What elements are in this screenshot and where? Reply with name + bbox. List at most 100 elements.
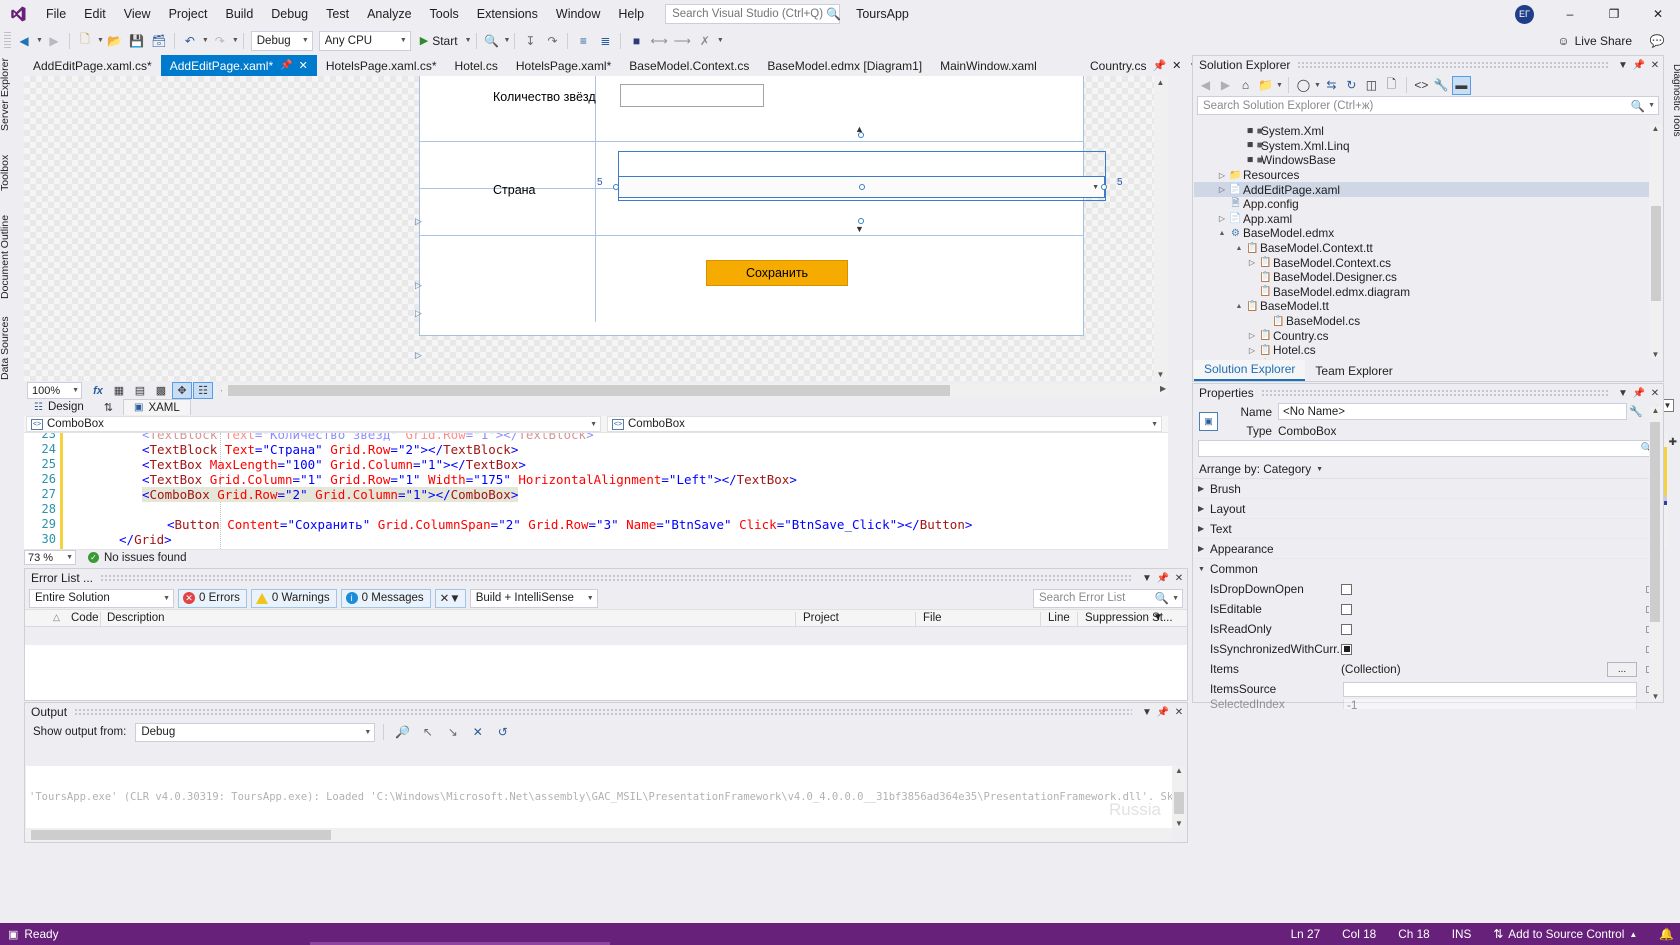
solution-platform-combo[interactable]: Any CPU ▼: [318, 30, 411, 51]
grid-row-grip-icon[interactable]: ▷: [415, 350, 422, 361]
menu-file[interactable]: File: [37, 3, 75, 25]
clear-filters-button[interactable]: ✕▼: [434, 588, 466, 608]
find-message-icon[interactable]: 🔎: [392, 723, 413, 742]
selectedindex-field[interactable]: -1: [1343, 699, 1637, 709]
chevron-right-icon[interactable]: ▷: [1246, 258, 1258, 267]
collapse-all-icon[interactable]: ◫: [1362, 76, 1381, 95]
editor-zoom-combo[interactable]: 73 % ▼: [24, 550, 76, 565]
step-over-icon[interactable]: ↷: [541, 30, 563, 52]
tab-hotel-cs[interactable]: Hotel.cs: [445, 55, 507, 76]
chevron-right-icon[interactable]: ▷: [1216, 185, 1228, 194]
menu-test[interactable]: Test: [317, 3, 358, 25]
layout-icon[interactable]: ☷: [193, 382, 213, 399]
menu-help[interactable]: Help: [609, 3, 653, 25]
navigate-forward-icon[interactable]: ▶: [43, 30, 65, 52]
editor-split-handle[interactable]: ✚: [1669, 437, 1677, 448]
property-isdropdownopen[interactable]: IsDropDownOpen: [1193, 579, 1663, 599]
tab-mainwindow-xaml[interactable]: MainWindow.xaml: [931, 55, 1046, 76]
itemssource-field[interactable]: [1343, 681, 1637, 697]
close-icon[interactable]: ✕: [1171, 570, 1187, 586]
errors-filter-button[interactable]: ✕ 0 Errors: [178, 588, 247, 608]
isdropdownopen-checkbox[interactable]: [1341, 583, 1352, 595]
chevron-right-icon[interactable]: ▷: [1216, 171, 1228, 180]
pin-icon[interactable]: 📌: [1155, 570, 1171, 586]
back-icon[interactable]: ◀: [1196, 76, 1215, 95]
chevron-right-icon[interactable]: ▷: [1246, 331, 1258, 340]
chevron-down-icon[interactable]: ▼: [1276, 82, 1283, 89]
error-scope-combo[interactable]: Entire Solution ▼: [29, 588, 174, 608]
property-issynchronizedwithcurrentitem[interactable]: IsSynchronizedWithCurr...: [1193, 639, 1663, 659]
resize-handle-left[interactable]: [613, 184, 619, 190]
tab-country-cs-label[interactable]: Country.cs: [1090, 59, 1146, 73]
resize-handle-center[interactable]: [859, 184, 865, 190]
sync-with-active-icon[interactable]: ⇆: [1322, 76, 1341, 95]
tree-item-basemodel-context-tt[interactable]: ▲ 📋 BaseModel.Context.tt: [1194, 241, 1649, 256]
chevron-right-icon[interactable]: ▷: [1216, 214, 1228, 223]
textbox-stars[interactable]: [620, 84, 764, 107]
forward-icon[interactable]: ▶: [1216, 76, 1235, 95]
tab-addeditpage-xaml-cs[interactable]: AddEditPage.xaml.cs*: [24, 55, 161, 76]
output-source-combo[interactable]: Debug ▼: [135, 722, 376, 742]
category-brush[interactable]: ▶ Brush: [1193, 479, 1663, 499]
tree-item-country-cs[interactable]: ▷ 📋 Country.cs: [1194, 328, 1649, 343]
close-icon[interactable]: ✕: [1647, 385, 1663, 401]
undo-icon[interactable]: ↶: [179, 30, 201, 52]
chevron-down-icon[interactable]: ▲: [1233, 245, 1245, 252]
issynchronized-checkbox[interactable]: [1341, 643, 1352, 655]
panel-drag-dots[interactable]: [100, 574, 1132, 582]
property-items[interactable]: Items (Collection) ...: [1193, 659, 1663, 679]
category-layout[interactable]: ▶ Layout: [1193, 499, 1663, 519]
snaplines-icon[interactable]: ▤: [130, 382, 150, 399]
arrange-by-row[interactable]: Arrange by: Category ▼: [1193, 460, 1663, 479]
close-icon[interactable]: ✕: [1171, 704, 1187, 720]
menu-edit[interactable]: Edit: [75, 3, 115, 25]
output-vscrollbar-thumb[interactable]: [1174, 792, 1184, 814]
column-project[interactable]: Project: [803, 612, 839, 624]
menu-extensions[interactable]: Extensions: [468, 3, 547, 25]
tree-item-system-xml-linq[interactable]: ◾■ System.Xml.Linq: [1194, 139, 1649, 154]
tree-item-basemodel-context-cs[interactable]: ▷ 📋 BaseModel.Context.cs: [1194, 255, 1649, 270]
properties-search-box[interactable]: 🔍: [1198, 440, 1658, 457]
close-icon[interactable]: ✕: [1172, 59, 1181, 72]
name-field[interactable]: <No Name>: [1278, 403, 1627, 420]
artboard-icon[interactable]: ✥: [172, 382, 192, 399]
output-log[interactable]: 'ToursApp.exe' (CLR v4.0.30319: ToursApp…: [26, 766, 1172, 828]
pin-icon[interactable]: 📌: [1155, 704, 1171, 720]
grid-row-grip-icon[interactable]: ▷: [415, 308, 422, 319]
filter-icon[interactable]: ▼: [1153, 612, 1163, 623]
tree-item-hotel-cs[interactable]: ▷ 📋 Hotel.cs: [1194, 343, 1649, 358]
tab-hotelspage-xaml-cs[interactable]: HotelsPage.xaml.cs*: [316, 55, 446, 76]
column-line[interactable]: Line: [1048, 612, 1070, 624]
bookmark-icon[interactable]: ■: [625, 30, 647, 52]
tree-item-basemodel-designer-cs[interactable]: 📋 BaseModel.Designer.cs: [1194, 270, 1649, 285]
column-file[interactable]: File: [923, 612, 942, 624]
solution-search-box[interactable]: Search Solution Explorer (Ctrl+ж) 🔍 ▼: [1197, 96, 1659, 115]
tree-item-hotelcomment-cs[interactable]: ▷ 📋 HotelComment.cs: [1194, 358, 1649, 359]
indent-icon[interactable]: ≡: [572, 30, 594, 52]
designer-vscroll-down-icon[interactable]: ▼: [1155, 370, 1166, 379]
close-icon[interactable]: ✕: [1647, 57, 1663, 73]
designer-hscrollbar-thumb[interactable]: [228, 385, 950, 396]
tab-basemodel-context-cs[interactable]: BaseModel.Context.cs: [620, 55, 759, 76]
menu-project[interactable]: Project: [160, 3, 217, 25]
tree-item-app-config[interactable]: 🗎 App.config: [1194, 197, 1649, 212]
tree-item-basemodel-edmx[interactable]: ▲ ⚙ BaseModel.edmx: [1194, 226, 1649, 241]
error-search-box[interactable]: Search Error List 🔍 ▼: [1033, 588, 1183, 608]
button-save-preview[interactable]: Сохранить: [706, 260, 848, 286]
property-isreadonly[interactable]: IsReadOnly: [1193, 619, 1663, 639]
member-scope-combo-left[interactable]: <> ComboBox ▼: [26, 416, 601, 432]
solution-configuration-combo[interactable]: Debug ▼: [250, 30, 313, 51]
navigate-back-caret-icon[interactable]: ▼: [36, 37, 43, 44]
step-into-icon[interactable]: ↧: [519, 30, 541, 52]
output-hscrollbar-thumb[interactable]: [31, 830, 331, 840]
home-icon[interactable]: ⌂: [1236, 76, 1255, 95]
grid-icon[interactable]: ▦: [109, 382, 129, 399]
tree-item-resources[interactable]: ▷ 📁 Resources: [1194, 168, 1649, 183]
panel-drag-dots[interactable]: [74, 708, 1132, 716]
swap-panes-icon[interactable]: ⇅: [104, 401, 113, 414]
menu-debug[interactable]: Debug: [262, 3, 317, 25]
live-visual-caret-icon[interactable]: ▼: [504, 37, 511, 44]
add-to-source-control-button[interactable]: ⇅ Add to Source Control ▲: [1493, 927, 1637, 941]
preview-pane-icon[interactable]: ▬: [1451, 75, 1471, 95]
close-button[interactable]: ✕: [1636, 0, 1680, 28]
